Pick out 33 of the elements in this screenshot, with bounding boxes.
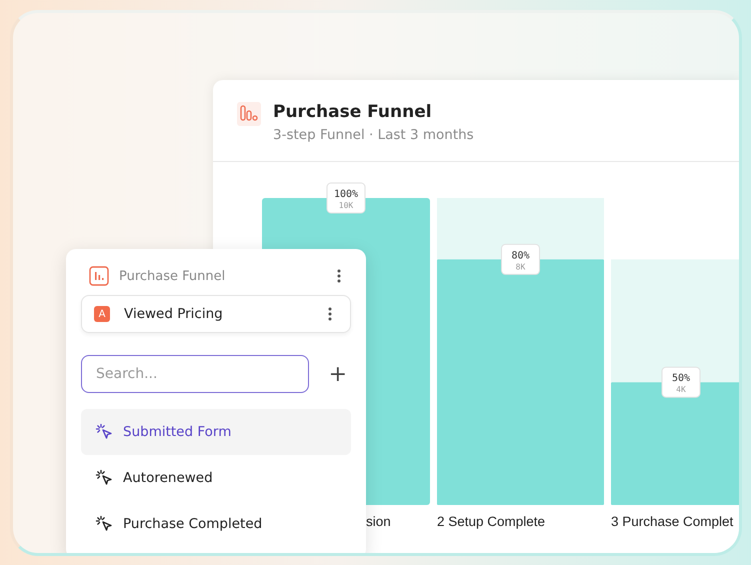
click-cursor-icon <box>95 423 113 441</box>
event-item[interactable]: Submitted Form <box>81 409 351 455</box>
funnel-step-card[interactable]: A Viewed Pricing <box>81 295 351 333</box>
funnel-chart-icon <box>237 102 261 126</box>
add-button[interactable]: + <box>324 362 351 386</box>
event-label: Purchase Completed <box>123 516 262 532</box>
chart-title: Purchase Funnel <box>273 102 433 122</box>
step-badge: A <box>94 306 110 322</box>
more-options-icon[interactable] <box>328 307 332 321</box>
step-label: 3 Purchase Complet <box>611 514 734 529</box>
event-item[interactable]: Autorenewed <box>81 455 351 501</box>
funnel-chart-icon <box>89 266 109 286</box>
event-item[interactable]: Purchase Completed <box>81 501 351 547</box>
value-label: 80% 8K <box>501 244 540 275</box>
panel-title: Purchase Funnel <box>119 268 226 284</box>
chart-subtitle: 3-step Funnel · Last 3 months <box>273 127 474 143</box>
annotation: 50% <box>672 373 690 384</box>
click-cursor-icon <box>95 469 113 487</box>
annotation: 80% <box>511 250 530 262</box>
value-label: 100% 10K <box>326 182 366 214</box>
step-label: sion <box>366 514 391 529</box>
value-label: 50% 4K <box>662 366 700 398</box>
data-label: 8K <box>516 262 526 272</box>
data-label: 10K <box>338 201 354 210</box>
step-label: 2 Setup Complete <box>437 514 546 529</box>
event-label: Submitted Form <box>123 424 232 440</box>
more-options-icon[interactable] <box>337 269 341 283</box>
data-label: 4K <box>676 385 686 394</box>
annotation: 100% <box>334 189 358 200</box>
event-label: Autorenewed <box>123 470 213 486</box>
search-field[interactable]: Search... <box>81 355 309 393</box>
click-cursor-icon <box>95 515 113 533</box>
step-label: Viewed Pricing <box>124 306 224 322</box>
